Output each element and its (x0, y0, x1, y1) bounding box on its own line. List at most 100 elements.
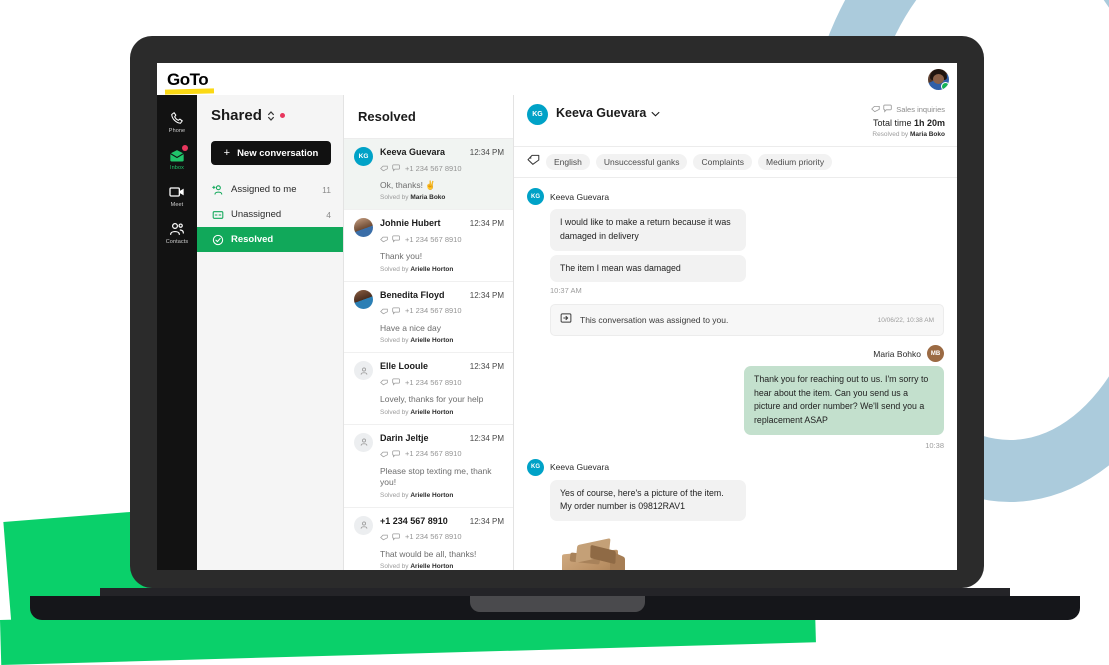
conversation-avatar (354, 361, 373, 381)
chat-meta-channel: Sales inquiries (896, 105, 945, 114)
chat-meta-total-time: Total time 1h 20m (871, 117, 945, 130)
message-sender-name: Maria Bohko (873, 348, 921, 359)
message-avatar: KG (527, 188, 544, 206)
folder-item-unassigned[interactable]: Unassigned 4 (197, 202, 343, 227)
online-status-dot (941, 81, 949, 90)
message-avatar: KG (527, 458, 544, 476)
conversation-time: 12:34 PM (469, 362, 504, 372)
video-camera-icon (169, 184, 186, 200)
nav-label-meet: Meet (170, 202, 184, 208)
conversation-snippet: Have a nice day (380, 322, 441, 333)
conversation-phone: +1 234 567 8910 (405, 449, 462, 459)
chevron-up-down-icon[interactable] (267, 110, 275, 122)
goto-logo-text: GoTo (167, 69, 209, 89)
conversation-snippet: Please stop texting me, thank you! (380, 465, 492, 488)
conversation-sub: +1 234 567 8910 (380, 302, 504, 320)
contacts-icon (169, 221, 186, 237)
message-bubbles: Yes of course, here's a picture of the i… (527, 479, 944, 521)
screenshot-stage: GoTo Phone Inbox Meet Contacts Shared + … (0, 0, 1109, 665)
tag-small-icon (380, 445, 388, 463)
chat-meta-resolved-by: Maria Boko (909, 130, 945, 138)
conversation-sub: +1 234 567 8910 (380, 230, 504, 248)
goto-logo-underline (164, 87, 215, 95)
nav-item-contacts[interactable]: Contacts (157, 214, 197, 251)
chat-meta-channel-row: Sales inquiries (871, 104, 945, 117)
conversation-solved-by: Solved by Arielle Horton (380, 563, 454, 570)
folders-title: Shared (211, 107, 262, 124)
sms-channel-icon (883, 104, 893, 117)
conversation-name: +1 234 567 8910 (380, 515, 448, 526)
folder-item-resolved[interactable]: Resolved (197, 227, 343, 252)
conversation-sub: +1 234 567 8910 (380, 373, 504, 391)
message-bubble: I would like to make a return because it… (550, 209, 746, 251)
left-nav-rail: Phone Inbox Meet Contacts (157, 95, 197, 570)
message-sender-row: KG Keeva Guevara (527, 188, 944, 206)
conversation-row[interactable]: Johnie Hubert 12:34 PM +1 234 567 8910 Than… (344, 210, 513, 282)
chat-meta-total-value: 1h 20m (913, 117, 945, 128)
conversation-solved-by: Solved by Arielle Horton (380, 265, 454, 273)
nav-item-inbox[interactable]: Inbox (157, 140, 197, 177)
message-avatar: MB (927, 345, 944, 363)
conversation-phone: +1 234 567 8910 (405, 532, 462, 542)
conversation-top: Elle Looule 12:34 PM (380, 361, 504, 371)
nav-item-meet[interactable]: Meet (157, 177, 197, 214)
conversation-row[interactable]: +1 234 567 8910 12:34 PM +1 234 567 8910 Th… (344, 508, 513, 570)
conversation-sub: +1 234 567 8910 (380, 528, 504, 546)
conversation-row[interactable]: KG Keeva Guevara 12:34 PM +1 234 567 8910 Ok… (344, 139, 513, 211)
chat-contact-name-dropdown[interactable]: Keeva Guevara (556, 106, 660, 120)
nav-item-phone[interactable]: Phone (157, 103, 197, 140)
message-bubble: Yes of course, here's a picture of the i… (550, 479, 746, 521)
conversation-avatar (354, 515, 373, 535)
goto-logo[interactable]: GoTo (164, 69, 215, 95)
tag-icon[interactable] (527, 153, 540, 171)
conversation-top: +1 234 567 8910 12:34 PM (380, 516, 504, 526)
damaged-box-photo[interactable] (550, 529, 638, 570)
message-time: 10:37 AM (550, 286, 582, 296)
conversation-top: Darin Jeltje 12:34 PM (380, 433, 504, 443)
conversation-row[interactable]: Benedita Floyd 12:34 PM +1 234 567 8910 Hav… (344, 282, 513, 354)
photo-message: 10:38 AM (527, 529, 944, 570)
conversation-row[interactable]: Elle Looule 12:34 PM +1 234 567 8910 Lovely… (344, 353, 513, 425)
conversation-body: Keeva Guevara 12:34 PM +1 234 567 8910 Ok, … (380, 147, 504, 201)
conversation-snippet: Ok, thanks! ✌️ (380, 180, 436, 190)
chat-contact-name: Keeva Guevara (556, 106, 647, 120)
folder-count-assigned-to-me: 11 (322, 184, 331, 195)
chat-meta: Sales inquiries Total time 1h 20m Resolv… (871, 104, 945, 139)
nav-label-inbox: Inbox (170, 165, 184, 171)
tag-chip[interactable]: English (546, 154, 590, 171)
conversation-sub: +1 234 567 8910 (380, 159, 504, 177)
incoming-message-group: KG Keeva Guevara I would like to make a re… (527, 188, 944, 295)
message-time: 10:38 (925, 440, 944, 450)
tag-small-icon (871, 105, 880, 117)
app-body: Phone Inbox Meet Contacts Shared + New c… (157, 95, 957, 570)
message-sender-row: KG Keeva Guevara (527, 458, 944, 476)
conversation-row[interactable]: Darin Jeltje 12:34 PM +1 234 567 8910 Pleas… (344, 425, 513, 508)
folder-count-unassigned: 4 (326, 209, 331, 220)
plus-icon: + (223, 147, 231, 159)
user-avatar[interactable] (928, 68, 949, 90)
system-message-text: This conversation was assigned to you. (580, 315, 729, 326)
folder-item-assigned-to-me[interactable]: Assigned to me 11 (197, 177, 343, 202)
sms-channel-icon (392, 528, 401, 546)
conversation-time: 12:34 PM (469, 433, 504, 443)
conversation-list[interactable]: Resolved KG Keeva Guevara 12:34 PM +1 234 5… (344, 95, 514, 570)
chat-header: KG Keeva Guevara Sales inquiries Total t… (514, 95, 957, 148)
chat-meta-resolved: Resolved by Maria Boko (871, 130, 945, 139)
nav-label-phone: Phone (168, 128, 186, 134)
system-message-time: 10/06/22, 10:38 AM (877, 316, 934, 324)
tag-chip[interactable]: Complaints (693, 154, 753, 171)
assign-icon (560, 311, 572, 329)
tag-small-icon (380, 528, 388, 546)
app-topbar: GoTo (157, 63, 957, 95)
conversation-phone: +1 234 567 8910 (405, 306, 462, 316)
conversation-avatar (354, 432, 373, 452)
new-conversation-button[interactable]: + New conversation (211, 141, 331, 165)
tag-chip[interactable]: Medium priority (758, 154, 833, 171)
nav-label-contacts: Contacts (165, 239, 189, 245)
sms-channel-icon (392, 159, 401, 177)
message-sender-row: Maria Bohko MB (527, 345, 944, 363)
conversation-phone: +1 234 567 8910 (405, 163, 462, 173)
tag-chip[interactable]: Unsuccessful ganks (595, 154, 688, 171)
conversation-avatar: KG (354, 147, 373, 166)
sms-channel-icon (392, 230, 401, 248)
